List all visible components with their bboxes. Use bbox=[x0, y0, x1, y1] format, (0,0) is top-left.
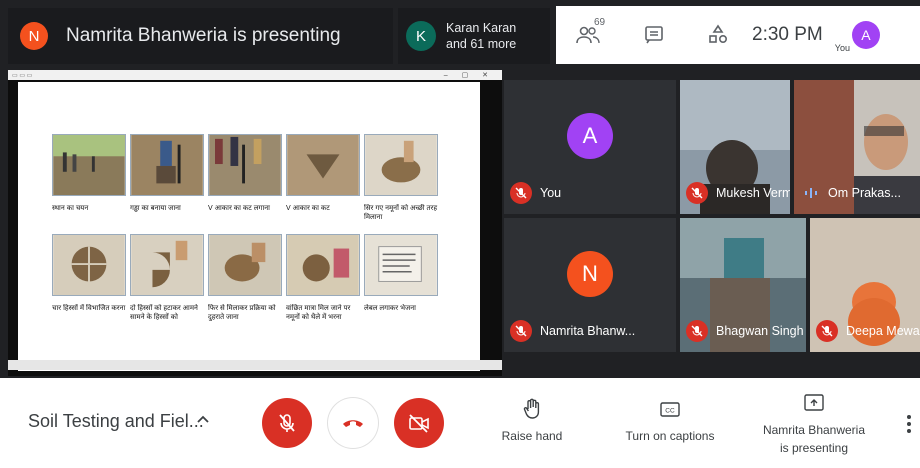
closed-captions-icon: CC bbox=[660, 402, 680, 417]
tile-name: You bbox=[540, 186, 562, 200]
participant-tile[interactable]: N Namrita Bhanw... bbox=[504, 218, 676, 352]
mic-off-icon bbox=[279, 414, 295, 432]
mic-off-icon bbox=[686, 320, 708, 342]
bottom-bar: Soil Testing and Fiel... Raise hand CC T… bbox=[0, 378, 920, 468]
more-options-icon[interactable] bbox=[906, 414, 912, 434]
tile-name: Deepa Mewada bbox=[846, 324, 920, 338]
chevron-up-icon[interactable] bbox=[196, 412, 210, 426]
quartering-photo bbox=[52, 234, 126, 296]
tile-name: Om Prakas... bbox=[828, 186, 901, 200]
camera-toggle-button[interactable] bbox=[394, 398, 444, 448]
tile-name: Mukesh Verma bbox=[716, 186, 790, 200]
slide-caption: V आकार का कट लगाना bbox=[208, 205, 270, 212]
mic-off-icon bbox=[510, 182, 532, 204]
presenter-avatar: N bbox=[20, 22, 48, 50]
people-count: 69 bbox=[594, 17, 606, 28]
slide-caption: दो हिस्सों को हटाकर आमने सामने के हिस्सो… bbox=[130, 305, 198, 321]
speaking-icon bbox=[800, 182, 822, 204]
presenter-text: Namrita Bhanweria is presenting bbox=[66, 25, 341, 46]
window-controls: – ▢ ✕ bbox=[443, 72, 494, 79]
mixing-photo bbox=[364, 134, 438, 196]
slide-caption: फिर से मिलाकर प्रक्रिया को दुहराते जाना bbox=[208, 305, 276, 321]
slide-caption: चार हिस्सों में विभाजित करना bbox=[52, 305, 126, 312]
bagging-photo bbox=[286, 234, 360, 296]
window-statusbar bbox=[8, 360, 502, 370]
participant-avatar: K bbox=[406, 21, 436, 51]
self-avatar[interactable]: A bbox=[851, 21, 880, 49]
chat-icon bbox=[645, 26, 663, 44]
window-title-glyph: ▭ ▭ ▭ bbox=[12, 72, 33, 79]
slide-step: V आकार का कट bbox=[286, 134, 360, 230]
activities-button[interactable] bbox=[706, 23, 730, 47]
clock: 2:30 PM bbox=[752, 24, 823, 45]
captions-button[interactable]: CC Turn on captions bbox=[618, 398, 722, 443]
camera-off-icon bbox=[409, 414, 429, 433]
mic-toggle-button[interactable] bbox=[262, 398, 312, 448]
hand-icon bbox=[523, 398, 540, 419]
participants-summary[interactable]: K Karan Karan and 61 more bbox=[398, 8, 550, 64]
raise-hand-label: Raise hand bbox=[501, 429, 563, 443]
self-label: You bbox=[834, 43, 850, 53]
slide-caption: स्थान का चयन bbox=[52, 205, 89, 212]
presenting-button[interactable]: Namrita Bhanweria is presenting bbox=[754, 392, 874, 455]
people-button[interactable]: 69 bbox=[576, 17, 605, 47]
tile-avatar: A bbox=[567, 113, 613, 160]
svg-text:CC: CC bbox=[665, 408, 675, 415]
chat-button[interactable] bbox=[642, 23, 666, 47]
participant-name: Karan Karan bbox=[446, 21, 517, 35]
meet-window: N Namrita Bhanweria is presenting K Kara… bbox=[0, 0, 920, 468]
removing-photo bbox=[130, 234, 204, 296]
tile-name: Bhagwan Singh bbox=[716, 324, 804, 338]
participant-tile[interactable]: A You bbox=[504, 80, 676, 214]
shared-screen: ▭ ▭ ▭ – ▢ ✕ स्थान का चयन गड्ढा का बनाया … bbox=[8, 70, 502, 376]
cutting-photo bbox=[208, 134, 282, 196]
participant-more: and 61 more bbox=[446, 37, 517, 51]
hangup-icon bbox=[343, 420, 363, 427]
people-icon bbox=[576, 26, 600, 44]
shapes-icon bbox=[709, 24, 728, 44]
presenting-label-line2: is presenting bbox=[779, 441, 849, 455]
tile-name: Namrita Bhanw... bbox=[540, 324, 636, 338]
slide-step: फिर से मिलाकर प्रक्रिया को दुहराते जाना bbox=[208, 234, 282, 330]
slide-step: V आकार का कट लगाना bbox=[208, 134, 282, 230]
site-photo bbox=[52, 134, 126, 196]
slide-caption: गड्ढा का बनाया जाना bbox=[130, 205, 181, 212]
participant-tile[interactable]: Bhagwan Singh bbox=[680, 218, 806, 352]
participant-tile[interactable]: Mukesh Verma bbox=[680, 80, 790, 214]
tile-avatar: N bbox=[567, 251, 613, 298]
vcut-photo bbox=[286, 134, 360, 196]
repeating-photo bbox=[208, 234, 282, 296]
present-screen-icon bbox=[804, 394, 824, 411]
raise-hand-button[interactable]: Raise hand bbox=[494, 398, 570, 443]
mic-off-icon bbox=[686, 182, 708, 204]
slide-step: दो हिस्सों को हटाकर आमने सामने के हिस्सो… bbox=[130, 234, 204, 330]
slide-step: चार हिस्सों में विभाजित करना bbox=[52, 234, 126, 330]
presenter-banner: N Namrita Bhanweria is presenting bbox=[8, 8, 393, 64]
slide-caption: V आकार का कट bbox=[286, 205, 330, 212]
labelling-photo bbox=[364, 234, 438, 296]
top-right-bar: 69 2:30 PM You A bbox=[556, 6, 920, 64]
slide-caption: लेबल लगाकर भेजना bbox=[364, 305, 416, 312]
slide-step: गड्ढा का बनाया जाना bbox=[130, 134, 204, 230]
slide-caption: सिर गए नमूनों को अच्छी तरह मिलाना bbox=[364, 205, 438, 221]
participant-tile[interactable]: Deepa Mewada bbox=[810, 218, 920, 352]
slide-step: लेबल लगाकर भेजना bbox=[364, 234, 438, 330]
participant-tile[interactable]: Om Prakas... bbox=[794, 80, 920, 214]
captions-label: Turn on captions bbox=[625, 429, 715, 443]
mic-off-icon bbox=[510, 320, 532, 342]
slide-step: वांछित मात्रा मिल जाने पर नमूनों को थैले… bbox=[286, 234, 360, 330]
meeting-title[interactable]: Soil Testing and Fiel... bbox=[28, 411, 204, 432]
presenting-label-line1: Namrita Bhanweria bbox=[762, 423, 866, 437]
slide-image-grid: स्थान का चयन गड्ढा का बनाया जाना V आकार … bbox=[52, 134, 438, 334]
digging-photo bbox=[130, 134, 204, 196]
slide-step: स्थान का चयन bbox=[52, 134, 126, 230]
slide-caption: वांछित मात्रा मिल जाने पर नमूनों को थैले… bbox=[286, 305, 351, 321]
slide-step: सिर गए नमूनों को अच्छी तरह मिलाना bbox=[364, 134, 438, 230]
leave-call-button[interactable] bbox=[328, 398, 378, 448]
window-titlebar: ▭ ▭ ▭ – ▢ ✕ bbox=[8, 70, 502, 80]
mic-off-icon bbox=[816, 320, 838, 342]
